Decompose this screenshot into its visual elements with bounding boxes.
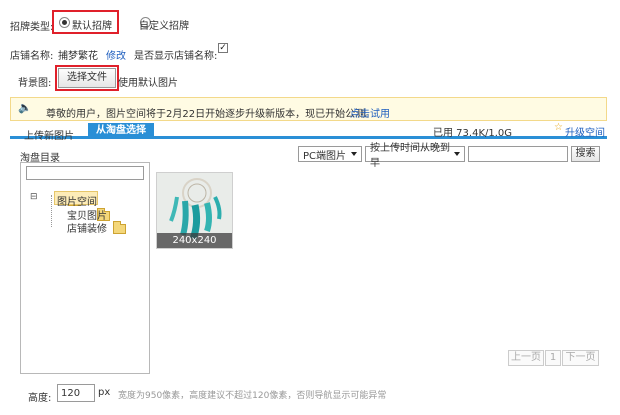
folder-item-shop-decor[interactable]: 店铺装修 [67, 220, 107, 235]
tree-collapse-icon[interactable]: ⊟ [30, 192, 38, 202]
upgrade-space-link[interactable]: 升级空间 [565, 124, 605, 139]
option-custom-signboard[interactable]: 自定义招牌 [139, 17, 189, 32]
height-label: 高度: [28, 393, 52, 404]
folder-icon [112, 221, 126, 234]
search-button[interactable]: 搜索 [571, 146, 600, 162]
use-default-image-text: 使用默认图片 [118, 78, 178, 89]
notice-text: 尊敬的用户，图片空间将于2月22日开始逐步升级新版本，现已开始公测。 [46, 109, 376, 120]
height-hint: 宽度为950像素，高度建议不超过120像素，否则导航显示可能异常 [118, 391, 387, 401]
shop-name-value: 捕梦繁花 [58, 51, 98, 62]
tree-connector [51, 195, 52, 227]
height-input[interactable] [57, 384, 95, 402]
chevron-down-icon [454, 152, 460, 156]
signboard-type-label: 招牌类型: [10, 22, 54, 33]
edit-shop-name-link[interactable]: 修改 [106, 47, 126, 62]
prev-page-button[interactable]: 上一页 [508, 350, 544, 366]
sort-select-value: 按上传时间从晚到早 [370, 143, 450, 169]
star-icon: ☆ [554, 122, 563, 133]
storage-usage: 已用 73.4K/1.0G [433, 128, 513, 139]
radio-default-signboard[interactable] [59, 17, 70, 28]
tab-choose-from-taopan[interactable]: 从淘盘选择 [88, 123, 154, 139]
image-search-input[interactable] [468, 146, 568, 162]
device-select[interactable]: PC端图片 [298, 146, 362, 162]
folder-root[interactable]: 图片空间 [57, 193, 97, 208]
background-label: 背景图: [18, 78, 52, 89]
option-default-signboard[interactable]: 默认招牌 [72, 17, 112, 32]
height-unit: px [98, 387, 111, 398]
chevron-down-icon [351, 152, 357, 156]
thumbnail-size-label: 240x240 [157, 233, 232, 248]
tab-upload-new[interactable]: 上传新图片 [24, 127, 74, 142]
show-shop-name-label: 是否显示店铺名称: [134, 51, 218, 62]
sort-select[interactable]: 按上传时间从晚到早 [365, 143, 465, 169]
device-select-value: PC端图片 [303, 150, 347, 162]
folder-search-input[interactable] [26, 166, 144, 180]
speaker-icon: 🔈 [18, 101, 32, 114]
show-shop-name-checkbox[interactable]: ✓ [218, 43, 228, 53]
notice-try-link[interactable]: 点击试用 [350, 105, 390, 120]
page-number[interactable]: 1 [545, 350, 561, 366]
choose-file-button[interactable]: 选择文件 [58, 68, 116, 88]
shop-name-label: 店铺名称: [10, 51, 54, 62]
next-page-button[interactable]: 下一页 [562, 350, 599, 366]
